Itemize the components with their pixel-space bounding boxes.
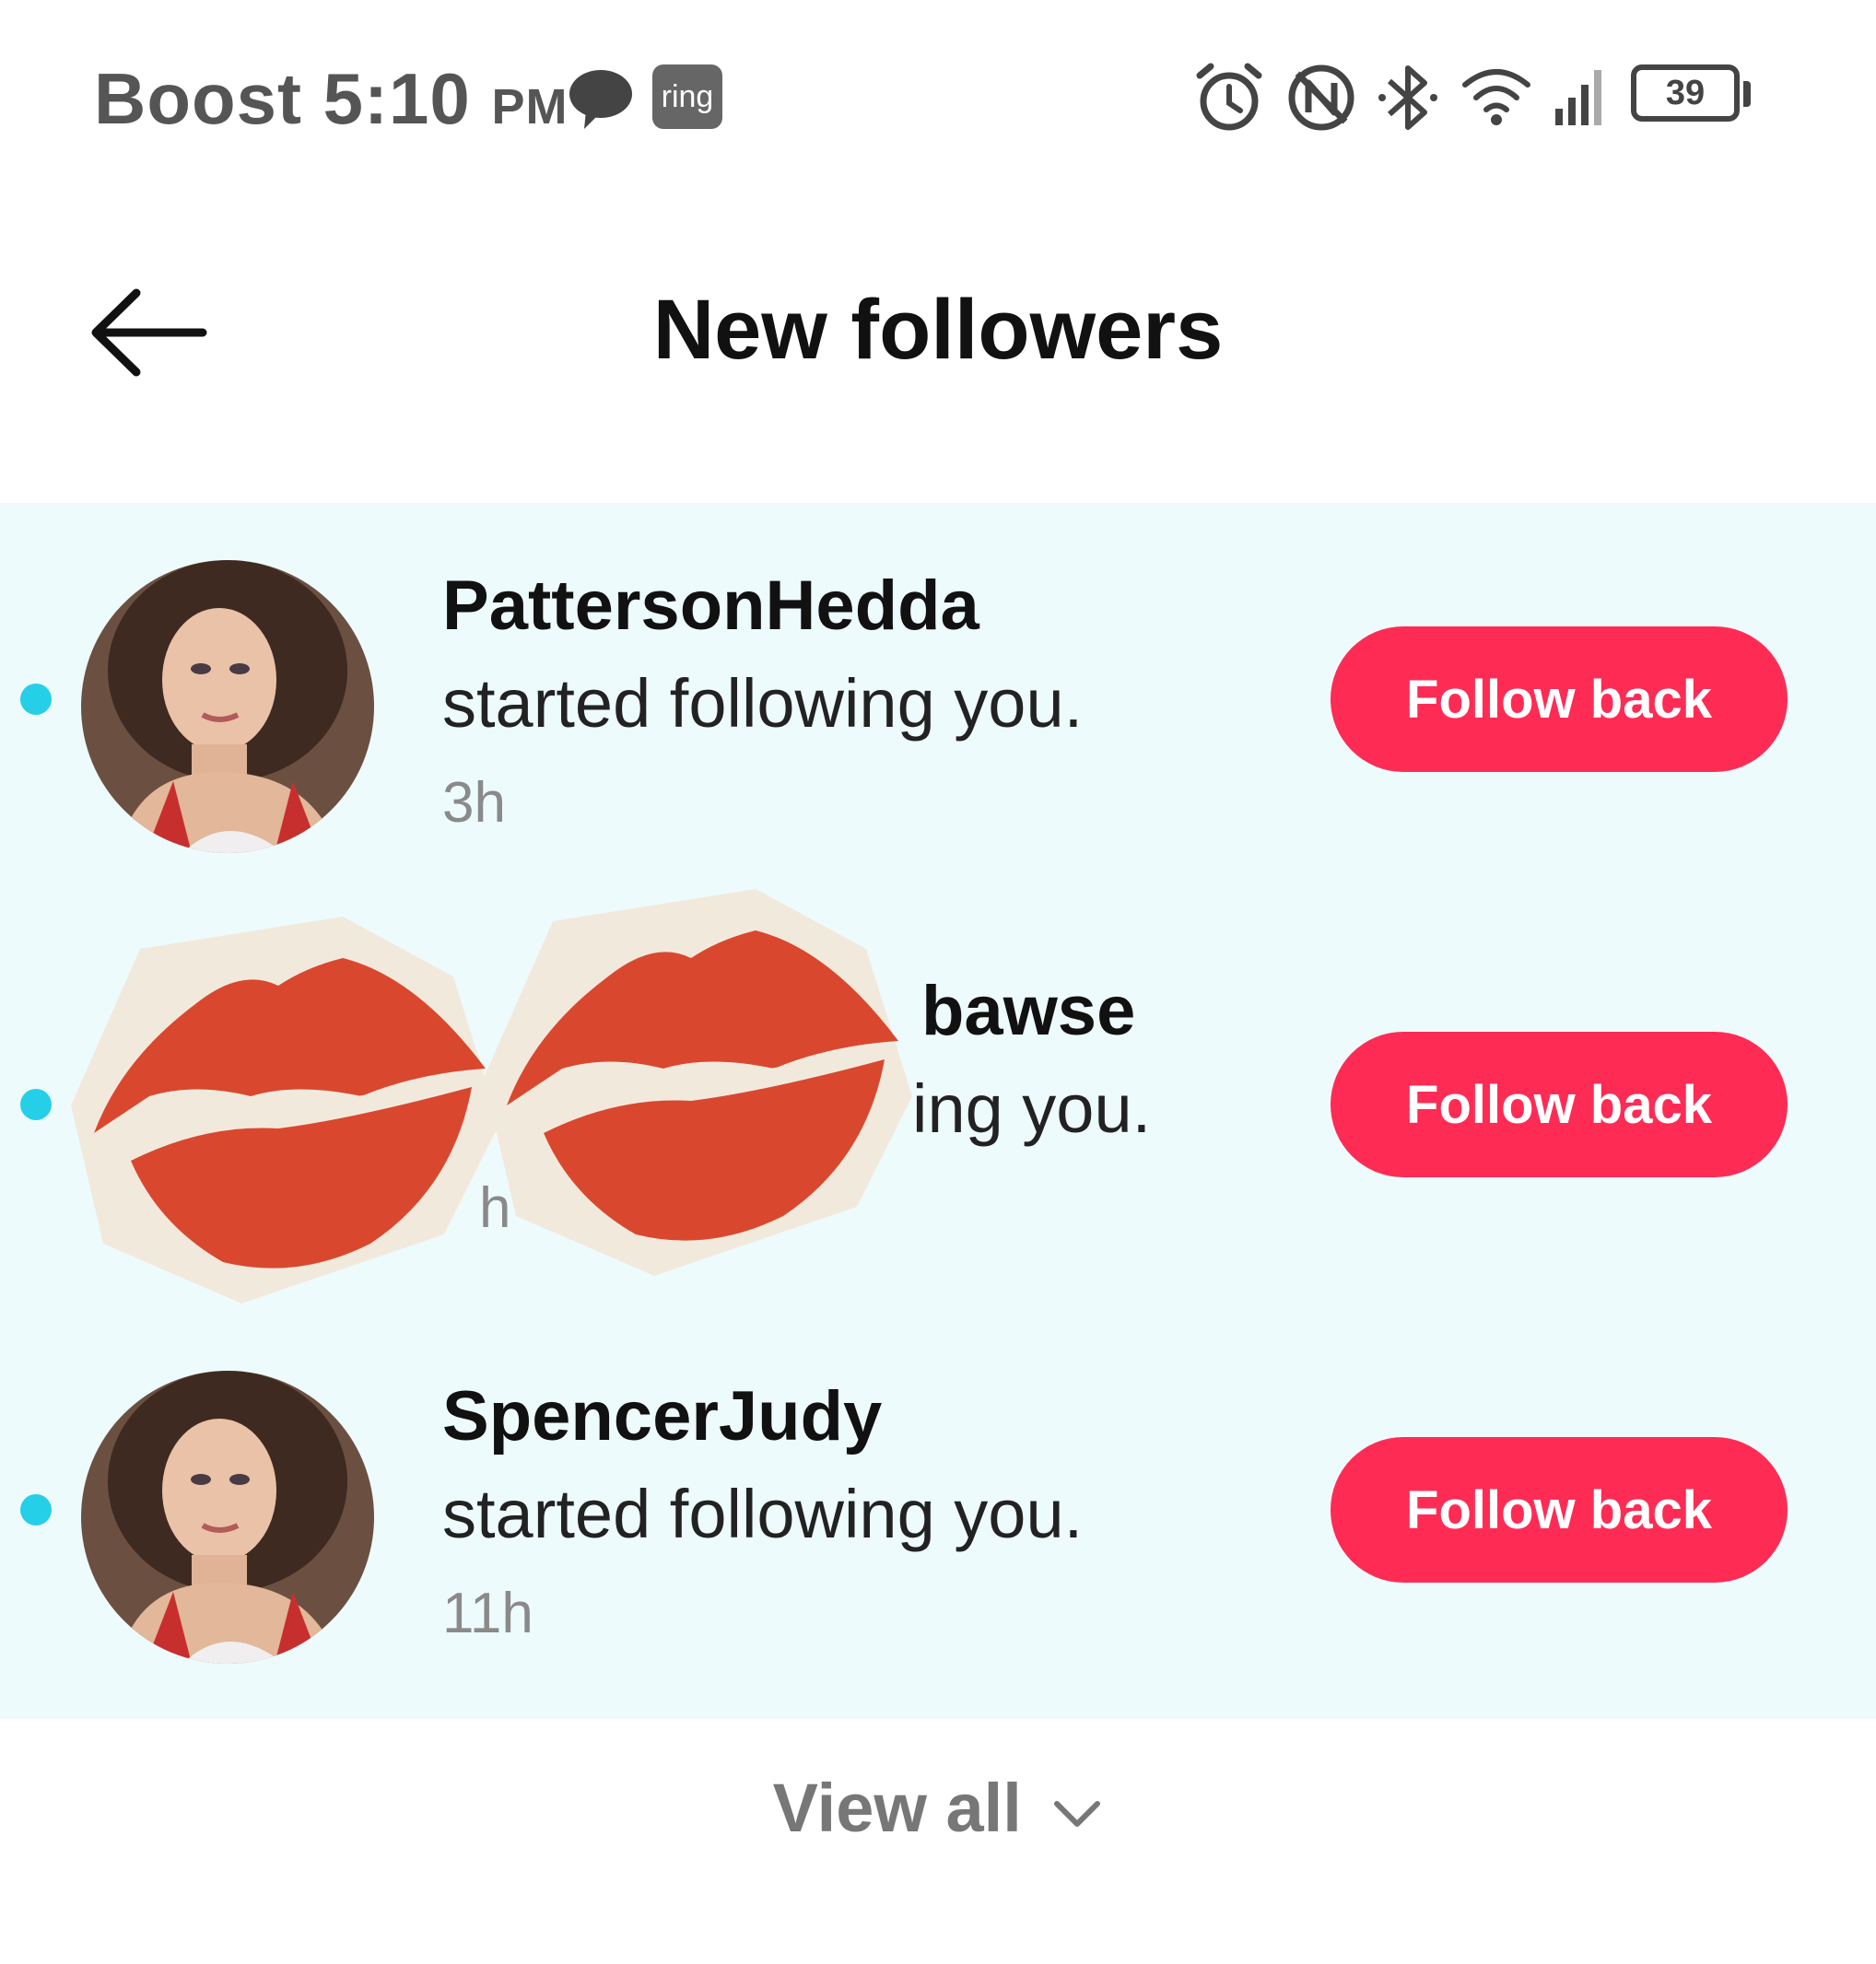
chevron-down-icon <box>1054 1801 1101 1828</box>
view-all-label: View all <box>772 1770 1022 1846</box>
follower-action-text: ing you. <box>912 1070 1152 1147</box>
follower-action-text: started following you. <box>442 665 1084 742</box>
follower-username[interactable]: PattersonHedda <box>442 566 979 646</box>
unread-dot <box>20 1494 52 1526</box>
battery-tip <box>1743 81 1751 107</box>
carrier-and-time: Boost 5:10 PM <box>94 57 568 141</box>
alarm-icon <box>1196 63 1262 131</box>
nfc-icon <box>1288 64 1354 131</box>
page-header: New followers <box>0 249 1876 415</box>
wifi-icon <box>1462 69 1530 125</box>
status-bar: Boost 5:10 PM ring 39 <box>0 0 1876 175</box>
view-all-link[interactable]: View all <box>0 1769 1876 1847</box>
unread-dot <box>20 684 52 715</box>
lips-sticker-left <box>71 917 499 1303</box>
list-item[interactable]: SpencerJudy started following you. 11h F… <box>0 1314 1876 1719</box>
message-icon <box>569 70 632 129</box>
unread-dot <box>20 1089 52 1120</box>
battery-icon: 39 <box>1631 64 1740 122</box>
clock-ampm: PM <box>491 79 569 134</box>
follower-action-text: started following you. <box>442 1476 1084 1552</box>
profile-photo-icon <box>81 1371 374 1664</box>
follower-username[interactable]: bawse <box>921 971 1135 1051</box>
follower-timestamp: 3h <box>442 771 506 835</box>
avatar[interactable] <box>81 1371 374 1664</box>
signal-icon <box>1555 70 1601 125</box>
avatar[interactable] <box>81 560 374 853</box>
clock-time: 5:10 <box>322 58 471 139</box>
follower-username[interactable]: SpencerJudy <box>442 1376 882 1456</box>
carrier-name: Boost <box>94 58 302 139</box>
follower-timestamp: 11h <box>442 1582 533 1645</box>
follow-back-button[interactable]: Follow back <box>1331 1437 1788 1583</box>
follow-back-button[interactable]: Follow back <box>1331 626 1788 772</box>
page-title: New followers <box>652 283 1224 377</box>
lips-sticker-right <box>484 889 912 1276</box>
list-item[interactable]: PattersonHedda started following you. 3h… <box>0 503 1876 908</box>
ring-app-icon: ring <box>652 64 722 129</box>
bluetooth-icon <box>1378 65 1437 130</box>
follow-back-button[interactable]: Follow back <box>1331 1032 1788 1177</box>
profile-photo-icon <box>81 560 374 853</box>
